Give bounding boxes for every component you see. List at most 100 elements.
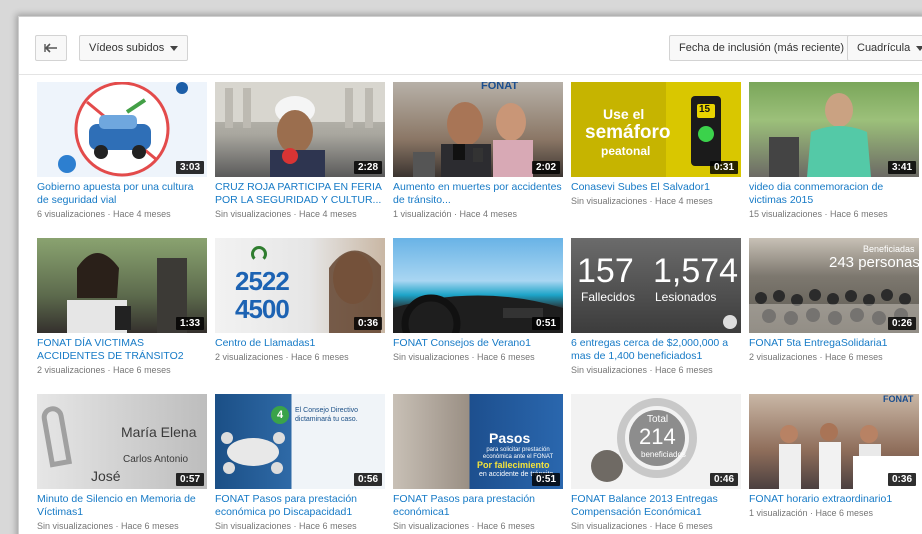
video-thumbnail[interactable]: Beneficiadas 243 personas 0:26 <box>749 238 919 333</box>
statistic-label: Fallecidos <box>581 290 636 304</box>
statistic-label: Lesionados <box>655 290 717 304</box>
video-thumbnail[interactable]: Pasos para solicitar prestación económic… <box>393 394 563 489</box>
view-mode-dropdown[interactable]: Cuadrícula <box>847 35 922 61</box>
video-card[interactable]: Beneficiadas 243 personas 0:26 FONAT 5ta… <box>749 238 919 364</box>
video-meta: Sin visualizaciones · Hace 4 meses <box>571 196 713 206</box>
video-title[interactable]: Minuto de Silencio en Memoria de Víctima… <box>37 493 207 519</box>
video-title[interactable]: Conasevi Subes El Salvador1 <box>571 181 741 194</box>
upload-age: Hace 6 meses <box>830 209 888 219</box>
video-duration: 0:51 <box>531 317 560 330</box>
victim-name: José <box>91 468 121 484</box>
uploaded-videos-label: Vídeos subidos <box>89 42 165 54</box>
video-meta: 1 visualización · Hace 6 meses <box>749 508 874 518</box>
video-title[interactable]: Gobierno apuesta por una cultura de segu… <box>37 181 207 207</box>
video-card[interactable]: 157 1,574 Fallecidos Lesionados 6 entreg… <box>571 238 741 377</box>
video-duration: 0:31 <box>709 161 738 174</box>
uploaded-videos-dropdown[interactable]: Vídeos subidos <box>79 35 189 61</box>
chevron-down-icon <box>170 45 179 51</box>
upload-age: Hace 6 meses <box>477 352 535 362</box>
headset-icon <box>251 246 267 262</box>
video-thumbnail[interactable]: FONAT 2:02 <box>393 82 563 177</box>
statistic-number: 1,574 <box>653 252 739 290</box>
upload-age: Hace 6 meses <box>825 352 883 362</box>
back-button[interactable] <box>35 35 67 61</box>
video-card[interactable]: FONAT 2:02 Aumento en muertes por accide… <box>393 82 563 221</box>
video-thumbnail[interactable]: 0:51 <box>393 238 563 333</box>
video-card[interactable]: 4 El Consejo Directivo dictaminará tu ca… <box>215 394 385 533</box>
video-thumbnail[interactable]: FONAT 0:36 <box>749 394 919 489</box>
video-thumbnail[interactable]: 1:33 <box>37 238 207 333</box>
ribbon-icon <box>39 404 73 468</box>
video-meta: Sin visualizaciones · Hace 6 meses <box>215 521 357 531</box>
video-thumbnail[interactable]: María Elena Carlos Antonio José 0:57 <box>37 394 207 489</box>
channel-videos-panel: Vídeos subidos Fecha de inclusión (más r… <box>18 16 922 534</box>
video-card[interactable]: 1:33 FONAT DÍA VICTIMAS ACCIDENTES DE TR… <box>37 238 207 377</box>
upload-age: Hace 4 meses <box>113 209 171 219</box>
view-count: 2 visualizaciones <box>37 365 106 375</box>
video-title[interactable]: FONAT Consejos de Verano1 <box>393 337 563 350</box>
video-duration: 0:26 <box>887 317 916 330</box>
video-title[interactable]: FONAT Pasos para prestación económica1 <box>393 493 563 519</box>
video-meta: 2 visualizaciones · Hace 6 meses <box>749 352 883 362</box>
video-title[interactable]: FONAT Balance 2013 Entregas Compensación… <box>571 493 741 519</box>
video-duration: 3:03 <box>175 161 204 174</box>
video-duration: 2:28 <box>353 161 382 174</box>
video-card[interactable]: María Elena Carlos Antonio José 0:57 Min… <box>37 394 207 533</box>
video-duration: 0:51 <box>531 473 560 486</box>
view-count: 2 visualizaciones <box>215 352 284 362</box>
video-card[interactable]: Use el semáforo peatonal 15 0:31 Conasev… <box>571 82 741 208</box>
victim-name: María Elena <box>121 424 197 440</box>
video-thumbnail[interactable]: Total 214 beneficiados 0:46 <box>571 394 741 489</box>
video-card[interactable]: 0:51 FONAT Consejos de Verano1 Sin visua… <box>393 238 563 364</box>
video-title[interactable]: CRUZ ROJA PARTICIPA EN FERIA POR LA SEGU… <box>215 181 385 207</box>
video-card[interactable]: FONAT 0:36 FONAT horario extraordinario1… <box>749 394 919 520</box>
video-card[interactable]: Total 214 beneficiados 0:46 FONAT Balanc… <box>571 394 741 533</box>
video-thumbnail[interactable]: 157 1,574 Fallecidos Lesionados <box>571 238 741 333</box>
video-duration: 2:02 <box>531 161 560 174</box>
upload-age: Hace 4 meses <box>299 209 357 219</box>
sort-dropdown[interactable]: Fecha de inclusión (más reciente) <box>669 35 869 61</box>
thumb-text: para solicitar prestación económica ante… <box>482 447 554 460</box>
view-count: 6 visualizaciones <box>37 209 106 219</box>
video-meta: Sin visualizaciones · Hace 6 meses <box>393 521 535 531</box>
upload-age: Hace 6 meses <box>477 521 535 531</box>
video-thumbnail[interactable]: 2522 4500 0:36 <box>215 238 385 333</box>
video-duration: 1:33 <box>175 317 204 330</box>
video-title[interactable]: FONAT horario extraordinario1 <box>749 493 919 506</box>
video-card[interactable]: 2522 4500 0:36 Centro de Llamadas1 2 vis… <box>215 238 385 364</box>
view-count: Sin visualizaciones <box>215 521 292 531</box>
view-count: Sin visualizaciones <box>571 196 648 206</box>
video-card[interactable]: 3:03 Gobierno apuesta por una cultura de… <box>37 82 207 221</box>
video-title[interactable]: Centro de Llamadas1 <box>215 337 385 350</box>
view-count: Sin visualizaciones <box>393 521 470 531</box>
video-title[interactable]: 6 entregas cerca de $2,000,000 a mas de … <box>571 337 741 363</box>
video-card[interactable]: Pasos para solicitar prestación económic… <box>393 394 563 533</box>
clock-icon <box>723 315 737 329</box>
thumb-text: Pasos <box>489 430 531 446</box>
upload-age: Hace 6 meses <box>291 352 349 362</box>
fonat-logo-text: FONAT <box>481 82 519 92</box>
video-title[interactable]: FONAT Pasos para prestación económica po… <box>215 493 385 519</box>
video-thumbnail[interactable]: 2:28 <box>215 82 385 177</box>
video-card[interactable]: 2:28 CRUZ ROJA PARTICIPA EN FERIA POR LA… <box>215 82 385 221</box>
video-meta: Sin visualizaciones · Hace 6 meses <box>393 352 535 362</box>
toolbar: Vídeos subidos Fecha de inclusión (más r… <box>19 17 922 75</box>
video-title[interactable]: FONAT 5ta EntregaSolidaria1 <box>749 337 919 350</box>
sort-label: Fecha de inclusión (más reciente) <box>679 42 845 54</box>
view-count: 2 visualizaciones <box>749 352 818 362</box>
countdown-number: 15 <box>699 104 711 115</box>
video-meta: Sin visualizaciones · Hace 6 meses <box>571 365 713 375</box>
video-thumbnail[interactable]: Use el semáforo peatonal 15 0:31 <box>571 82 741 177</box>
video-title[interactable]: FONAT DÍA VICTIMAS ACCIDENTES DE TRÁNSIT… <box>37 337 207 363</box>
video-meta: Sin visualizaciones · Hace 4 meses <box>215 209 357 219</box>
video-thumbnail[interactable]: 3:03 <box>37 82 207 177</box>
video-card[interactable]: 3:41 video dia conmemoracion de victimas… <box>749 82 919 221</box>
phone-number-line1: 2522 <box>235 266 290 296</box>
video-meta: Sin visualizaciones · Hace 6 meses <box>571 521 713 531</box>
video-thumbnail[interactable]: 3:41 <box>749 82 919 177</box>
video-thumbnail[interactable]: 4 El Consejo Directivo dictaminará tu ca… <box>215 394 385 489</box>
video-title[interactable]: video dia conmemoracion de victimas 2015 <box>749 181 919 207</box>
upload-age: Hace 6 meses <box>655 365 713 375</box>
video-title[interactable]: Aumento en muertes por accidentes de trá… <box>393 181 563 207</box>
thumb-text: 214 <box>639 424 676 449</box>
